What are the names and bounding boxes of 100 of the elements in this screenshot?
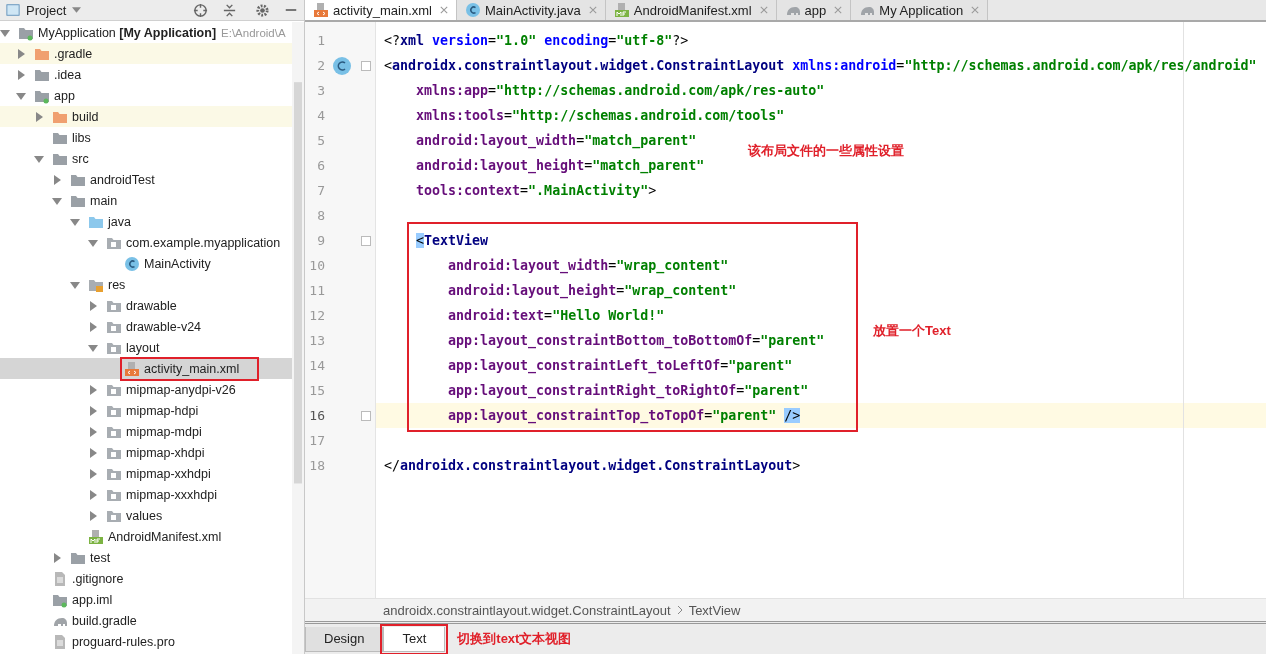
tree-item-label[interactable]: drawable-v24 (126, 319, 202, 334)
tree-row[interactable]: java (0, 211, 292, 232)
tree-row[interactable]: proguard-rules.pro (0, 631, 292, 652)
line-number: 16 (308, 408, 325, 423)
code-line: app:layout_constraintBottom_toBottomOf="parent" (447, 333, 825, 348)
tree-item-label[interactable]: drawable (126, 298, 177, 313)
tree-row[interactable]: drawable (0, 295, 292, 316)
tree-item-label[interactable]: mipmap-xxxhdpi (126, 487, 217, 502)
editor-tab[interactable]: MainActivity.java (456, 0, 606, 20)
tree-item-label[interactable]: .gitignore (72, 571, 124, 586)
view-tab[interactable]: Text (383, 626, 446, 652)
breadcrumb-item[interactable]: androidx.constraintlayout.widget.ConstraintLayout (383, 602, 671, 618)
code-line: <androidx.constraintlayout.widget.ConstraintLayout xmlns:android="http://schemas.android.com/apk/res/android" (384, 58, 1257, 73)
line-number: 10 (308, 258, 325, 273)
tree-row[interactable]: mipmap-xhdpi (0, 442, 292, 463)
tree-item-label[interactable]: activity_main.xml (144, 361, 240, 376)
breadcrumb-item[interactable]: TextView (688, 602, 741, 618)
tree-row[interactable]: MyApplication [My Application] E:\Android\A (0, 22, 292, 43)
tree-row[interactable]: src (0, 148, 292, 169)
line-number: 9 (316, 233, 325, 248)
tree-row[interactable]: com.example.myapplication (0, 232, 292, 253)
project-path: E:\Android\A (221, 26, 286, 39)
tree-row[interactable]: build.gradle (0, 610, 292, 631)
panel-title[interactable]: Project (26, 2, 67, 18)
line-number: 8 (316, 208, 325, 223)
code-line: tools:context=".MainActivity"> (415, 183, 657, 198)
line-number: 17 (308, 433, 325, 448)
code-line: android:layout_height="wrap_content" (447, 283, 737, 298)
tree-item-label[interactable]: values (126, 508, 163, 523)
tree-item-label[interactable]: layout (126, 340, 160, 355)
tree-row[interactable]: activity_main.xml (0, 358, 292, 379)
line-number: 11 (308, 283, 325, 298)
tree-item-label[interactable]: app.iml (72, 592, 113, 607)
code-line: </androidx.constraintlayout.widget.ConstraintLayout> (384, 458, 801, 473)
tree-row[interactable]: .gitignore (0, 568, 292, 589)
tree-row[interactable]: mipmap-xxhdpi (0, 463, 292, 484)
tree-item-label[interactable]: com.example.myapplication (126, 235, 281, 250)
code-line: app:layout_constraintLeft_toLeftOf="parent" (447, 358, 793, 373)
tree-item-label[interactable]: mipmap-xxhdpi (126, 466, 211, 481)
tree-item-label[interactable]: libs (72, 130, 91, 145)
line-number: 18 (308, 458, 325, 473)
view-tab[interactable]: Design (305, 626, 384, 652)
tree-row[interactable]: mipmap-hdpi (0, 400, 292, 421)
tree-row[interactable]: build (0, 106, 292, 127)
code-line: android:layout_width="wrap_content" (447, 258, 729, 273)
tree-item-label[interactable]: .idea (54, 67, 82, 82)
tree-row[interactable]: app.iml (0, 589, 292, 610)
line-number: 14 (308, 358, 325, 373)
tree-item-label[interactable]: mipmap-anydpi-v26 (126, 382, 236, 397)
tree-row[interactable]: AndroidManifest.xml (0, 526, 292, 547)
tree-row[interactable]: mipmap-anydpi-v26 (0, 379, 292, 400)
tree-item-label[interactable]: test (90, 550, 111, 565)
tree-row[interactable]: .idea (0, 64, 292, 85)
tree-item-label[interactable]: mipmap-mdpi (126, 424, 202, 439)
tree-item-label[interactable]: AndroidManifest.xml (108, 529, 222, 544)
code-line: xmlns:app="http://schemas.android.com/apk/res-auto" (415, 83, 825, 98)
line-number: 2 (316, 58, 325, 73)
annotation-note: 该布局文件的一些属性设置 (748, 142, 904, 160)
code-line: <?xml version="1.0" encoding="utf-8"?> (384, 33, 689, 48)
tree-row[interactable]: main (0, 190, 292, 211)
tree-item-label[interactable]: androidTest (90, 172, 155, 187)
tree-row[interactable]: layout (0, 337, 292, 358)
code-line: <TextView (415, 233, 489, 248)
editor-tab[interactable]: My Application (851, 0, 989, 20)
tree-item-label[interactable]: app (54, 88, 75, 103)
tree-item-label[interactable]: java (108, 214, 131, 229)
line-number: 13 (308, 333, 325, 348)
tree-item-label[interactable]: main (90, 193, 118, 208)
tree-item-label[interactable]: MyApplication [My Application] (38, 25, 217, 40)
tree-item-label[interactable]: res (108, 277, 126, 292)
tree-row[interactable]: app (0, 85, 292, 106)
tree-row[interactable]: mipmap-mdpi (0, 421, 292, 442)
tree-row[interactable]: androidTest (0, 169, 292, 190)
line-number: 12 (308, 308, 325, 323)
tree-item-label[interactable]: build.gradle (72, 613, 137, 628)
tree-item-label[interactable]: build (72, 109, 99, 124)
tree-item-label[interactable]: mipmap-xhdpi (126, 445, 205, 460)
tree-row[interactable]: drawable-v24 (0, 316, 292, 337)
tree-row[interactable]: test (0, 547, 292, 568)
tree-row[interactable]: mipmap-xxxhdpi (0, 484, 292, 505)
line-number: 15 (308, 383, 325, 398)
tree-item-label[interactable]: src (72, 151, 89, 166)
line-number: 6 (316, 158, 325, 173)
tree-row[interactable]: res (0, 274, 292, 295)
editor-tab[interactable]: AndroidManifest.xml (605, 0, 777, 20)
editor-tab[interactable]: app (776, 0, 852, 20)
code-line: app:layout_constraintTop_toTopOf="parent" /> (447, 408, 801, 423)
line-number: 3 (316, 83, 325, 98)
tree-row[interactable]: libs (0, 127, 292, 148)
tree-item-label[interactable]: MainActivity (144, 256, 211, 271)
tree-row[interactable]: .gradle (0, 43, 292, 64)
line-number: 5 (316, 133, 325, 148)
editor-tab[interactable]: activity_main.xml (305, 0, 457, 20)
tree-row[interactable]: MainActivity (0, 253, 292, 274)
tree-row[interactable]: values (0, 505, 292, 526)
tree-item-label[interactable]: .gradle (54, 46, 93, 61)
tree-item-label[interactable]: mipmap-hdpi (126, 403, 199, 418)
line-number: 1 (316, 33, 325, 48)
code-line: xmlns:tools="http://schemas.android.com/tools" (415, 108, 785, 123)
tree-item-label[interactable]: proguard-rules.pro (72, 634, 175, 649)
